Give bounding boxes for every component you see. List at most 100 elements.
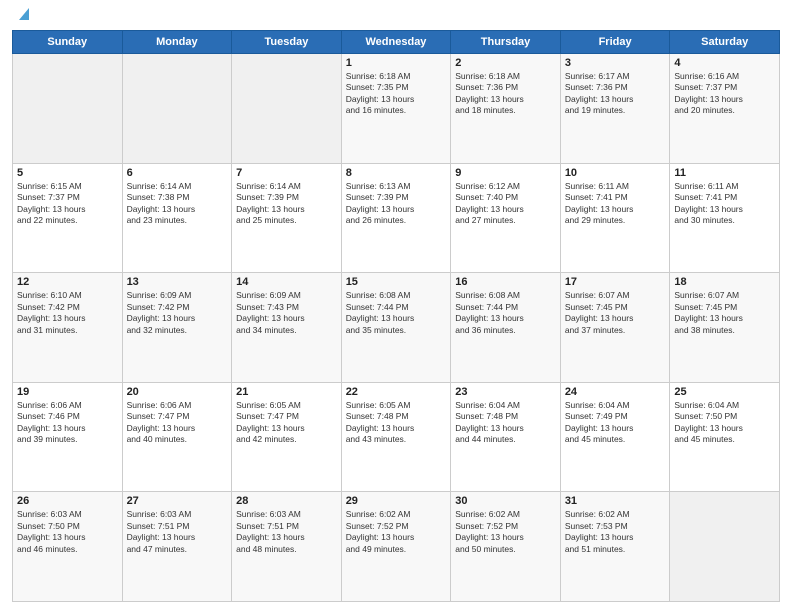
day-number: 30 bbox=[455, 495, 556, 507]
calendar-cell bbox=[232, 54, 342, 164]
cell-info: Sunrise: 6:07 AMSunset: 7:45 PMDaylight:… bbox=[674, 290, 775, 336]
calendar-cell: 20Sunrise: 6:06 AMSunset: 7:47 PMDayligh… bbox=[122, 382, 232, 492]
day-number: 8 bbox=[346, 167, 447, 179]
calendar-cell: 25 Sunrise: 6:04 AMSunset: 7:50 PMDayligh… bbox=[670, 382, 780, 492]
day-number: 31 bbox=[565, 495, 666, 507]
cell-info: Sunrise: 6:18 AMSunset: 7:36 PMDaylight:… bbox=[455, 71, 556, 117]
cell-info: Sunrise: 6:03 AMSunset: 7:51 PMDaylight:… bbox=[236, 509, 337, 555]
day-number: 6 bbox=[127, 167, 228, 179]
calendar-cell bbox=[670, 492, 780, 602]
day-number: 3 bbox=[565, 57, 666, 69]
calendar-cell: 19 Sunrise: 6:06 AMSunset: 7:46 PMDayligh… bbox=[13, 382, 123, 492]
calendar-cell: 17 Sunrise: 6:07 AMSunset: 7:45 PMDayligh… bbox=[560, 273, 670, 383]
day-number: 7 bbox=[236, 167, 337, 179]
cell-info: Sunrise: 6:14 AMSunset: 7:39 PMDaylight:… bbox=[236, 181, 337, 227]
calendar-cell: 6 Sunrise: 6:14 AMSunset: 7:38 PMDaylight… bbox=[122, 163, 232, 273]
calendar-header-sunday: Sunday bbox=[13, 31, 123, 54]
cell-info: Sunrise: 6:02 AMSunset: 7:52 PMDaylight:… bbox=[455, 509, 556, 555]
cell-info: Sunrise: 6:06 AMSunset: 7:47 PMDaylight:… bbox=[127, 400, 228, 446]
day-number: 22 bbox=[346, 386, 447, 398]
cell-info: Sunrise: 6:18 AMSunset: 7:35 PMDaylight:… bbox=[346, 71, 447, 117]
calendar-header-wednesday: Wednesday bbox=[341, 31, 451, 54]
cell-info: Sunrise: 6:02 AMSunset: 7:52 PMDaylight:… bbox=[346, 509, 447, 555]
cell-info: Sunrise: 6:06 AMSunset: 7:46 PMDaylight:… bbox=[17, 400, 118, 446]
logo-triangle-icon bbox=[15, 6, 33, 24]
calendar-cell: 28 Sunrise: 6:03 AMSunset: 7:51 PMDayligh… bbox=[232, 492, 342, 602]
calendar-cell: 23 Sunrise: 6:04 AMSunset: 7:48 PMDayligh… bbox=[451, 382, 561, 492]
day-number: 19 bbox=[17, 386, 118, 398]
cell-info: Sunrise: 6:12 AMSunset: 7:40 PMDaylight:… bbox=[455, 181, 556, 227]
calendar-cell: 9 Sunrise: 6:12 AMSunset: 7:40 PMDaylight… bbox=[451, 163, 561, 273]
calendar-cell: 10 Sunrise: 6:11 AMSunset: 7:41 PMDayligh… bbox=[560, 163, 670, 273]
calendar-cell: 16Sunrise: 6:08 AMSunset: 7:44 PMDayligh… bbox=[451, 273, 561, 383]
calendar-week-row: 5 Sunrise: 6:15 AMSunset: 7:37 PMDaylight… bbox=[13, 163, 780, 273]
calendar-header-monday: Monday bbox=[122, 31, 232, 54]
day-number: 26 bbox=[17, 495, 118, 507]
day-number: 23 bbox=[455, 386, 556, 398]
calendar-header-friday: Friday bbox=[560, 31, 670, 54]
cell-info: Sunrise: 6:02 AMSunset: 7:53 PMDaylight:… bbox=[565, 509, 666, 555]
calendar-cell bbox=[13, 54, 123, 164]
calendar-cell: 5 Sunrise: 6:15 AMSunset: 7:37 PMDaylight… bbox=[13, 163, 123, 273]
calendar-cell: 24 Sunrise: 6:04 AMSunset: 7:49 PMDayligh… bbox=[560, 382, 670, 492]
calendar-header-tuesday: Tuesday bbox=[232, 31, 342, 54]
calendar-cell: 1Sunrise: 6:18 AMSunset: 7:35 PMDaylight… bbox=[341, 54, 451, 164]
day-number: 21 bbox=[236, 386, 337, 398]
calendar-header-row: SundayMondayTuesdayWednesdayThursdayFrid… bbox=[13, 31, 780, 54]
cell-info: Sunrise: 6:11 AMSunset: 7:41 PMDaylight:… bbox=[565, 181, 666, 227]
day-number: 28 bbox=[236, 495, 337, 507]
day-number: 25 bbox=[674, 386, 775, 398]
cell-info: Sunrise: 6:11 AMSunset: 7:41 PMDaylight:… bbox=[674, 181, 775, 227]
calendar-week-row: 1Sunrise: 6:18 AMSunset: 7:35 PMDaylight… bbox=[13, 54, 780, 164]
calendar-week-row: 19 Sunrise: 6:06 AMSunset: 7:46 PMDayligh… bbox=[13, 382, 780, 492]
calendar-week-row: 26 Sunrise: 6:03 AMSunset: 7:50 PMDayligh… bbox=[13, 492, 780, 602]
calendar-cell: 14 Sunrise: 6:09 AMSunset: 7:43 PMDayligh… bbox=[232, 273, 342, 383]
calendar-table: SundayMondayTuesdayWednesdayThursdayFrid… bbox=[12, 30, 780, 602]
cell-info: Sunrise: 6:03 AMSunset: 7:50 PMDaylight:… bbox=[17, 509, 118, 555]
day-number: 9 bbox=[455, 167, 556, 179]
calendar-cell: 30 Sunrise: 6:02 AMSunset: 7:52 PMDayligh… bbox=[451, 492, 561, 602]
calendar-cell: 3 Sunrise: 6:17 AMSunset: 7:36 PMDaylight… bbox=[560, 54, 670, 164]
day-number: 17 bbox=[565, 276, 666, 288]
calendar-cell: 22Sunrise: 6:05 AMSunset: 7:48 PMDayligh… bbox=[341, 382, 451, 492]
cell-info: Sunrise: 6:04 AMSunset: 7:50 PMDaylight:… bbox=[674, 400, 775, 446]
calendar-cell: 13 Sunrise: 6:09 AMSunset: 7:42 PMDayligh… bbox=[122, 273, 232, 383]
day-number: 14 bbox=[236, 276, 337, 288]
day-number: 10 bbox=[565, 167, 666, 179]
day-number: 12 bbox=[17, 276, 118, 288]
cell-info: Sunrise: 6:07 AMSunset: 7:45 PMDaylight:… bbox=[565, 290, 666, 336]
cell-info: Sunrise: 6:04 AMSunset: 7:49 PMDaylight:… bbox=[565, 400, 666, 446]
cell-info: Sunrise: 6:13 AMSunset: 7:39 PMDaylight:… bbox=[346, 181, 447, 227]
calendar-cell: 4 Sunrise: 6:16 AMSunset: 7:37 PMDaylight… bbox=[670, 54, 780, 164]
day-number: 5 bbox=[17, 167, 118, 179]
calendar-header-thursday: Thursday bbox=[451, 31, 561, 54]
calendar-cell: 27 Sunrise: 6:03 AMSunset: 7:51 PMDayligh… bbox=[122, 492, 232, 602]
cell-info: Sunrise: 6:09 AMSunset: 7:43 PMDaylight:… bbox=[236, 290, 337, 336]
header bbox=[12, 10, 780, 24]
calendar-cell: 18Sunrise: 6:07 AMSunset: 7:45 PMDayligh… bbox=[670, 273, 780, 383]
page: SundayMondayTuesdayWednesdayThursdayFrid… bbox=[0, 0, 792, 612]
calendar-cell: 31 Sunrise: 6:02 AMSunset: 7:53 PMDayligh… bbox=[560, 492, 670, 602]
cell-info: Sunrise: 6:03 AMSunset: 7:51 PMDaylight:… bbox=[127, 509, 228, 555]
cell-info: Sunrise: 6:09 AMSunset: 7:42 PMDaylight:… bbox=[127, 290, 228, 336]
day-number: 24 bbox=[565, 386, 666, 398]
cell-info: Sunrise: 6:04 AMSunset: 7:48 PMDaylight:… bbox=[455, 400, 556, 446]
day-number: 4 bbox=[674, 57, 775, 69]
cell-info: Sunrise: 6:14 AMSunset: 7:38 PMDaylight:… bbox=[127, 181, 228, 227]
day-number: 29 bbox=[346, 495, 447, 507]
calendar-cell: 7 Sunrise: 6:14 AMSunset: 7:39 PMDaylight… bbox=[232, 163, 342, 273]
day-number: 2 bbox=[455, 57, 556, 69]
cell-info: Sunrise: 6:15 AMSunset: 7:37 PMDaylight:… bbox=[17, 181, 118, 227]
calendar-cell bbox=[122, 54, 232, 164]
calendar-cell: 8 Sunrise: 6:13 AMSunset: 7:39 PMDaylight… bbox=[341, 163, 451, 273]
calendar-cell: 2 Sunrise: 6:18 AMSunset: 7:36 PMDaylight… bbox=[451, 54, 561, 164]
calendar-cell: 12 Sunrise: 6:10 AMSunset: 7:42 PMDayligh… bbox=[13, 273, 123, 383]
cell-info: Sunrise: 6:10 AMSunset: 7:42 PMDaylight:… bbox=[17, 290, 118, 336]
day-number: 15 bbox=[346, 276, 447, 288]
calendar-cell: 11Sunrise: 6:11 AMSunset: 7:41 PMDayligh… bbox=[670, 163, 780, 273]
day-number: 27 bbox=[127, 495, 228, 507]
cell-info: Sunrise: 6:17 AMSunset: 7:36 PMDaylight:… bbox=[565, 71, 666, 117]
cell-info: Sunrise: 6:16 AMSunset: 7:37 PMDaylight:… bbox=[674, 71, 775, 117]
day-number: 13 bbox=[127, 276, 228, 288]
calendar-cell: 15Sunrise: 6:08 AMSunset: 7:44 PMDayligh… bbox=[341, 273, 451, 383]
